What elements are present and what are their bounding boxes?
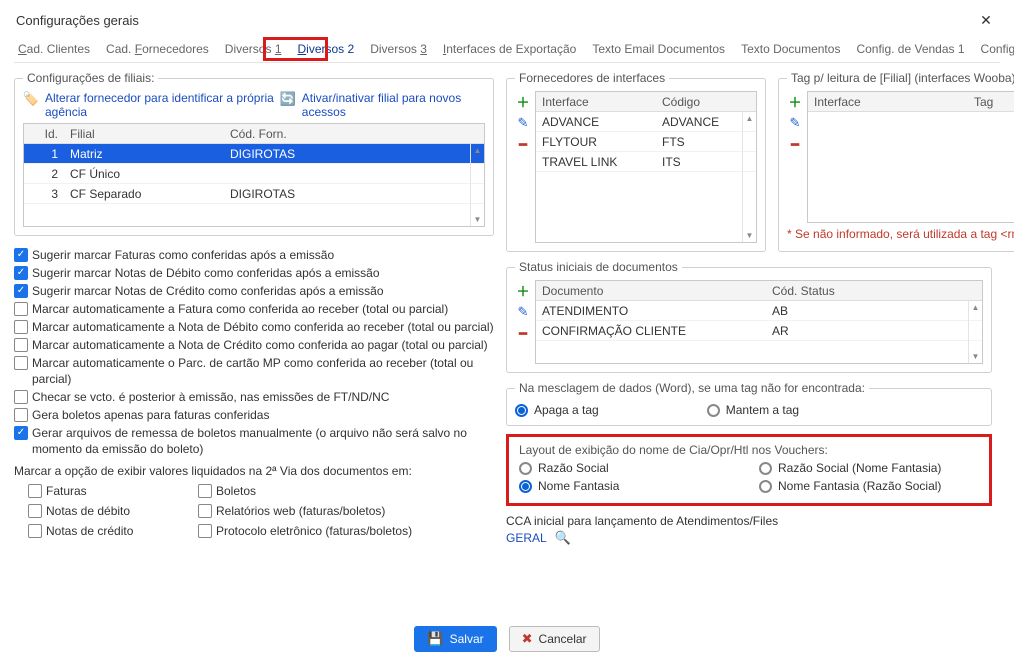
checkbox[interactable] [14, 356, 28, 370]
tab-diversos-1[interactable]: Diversos 1 [221, 38, 286, 60]
tab-cad-fornecedores[interactable]: Cad. Fornecedores [102, 38, 213, 60]
tab-config-vendas-2[interactable]: Config. de Vendas 2 [977, 38, 1014, 60]
tagfilial-legend: Tag p/ leitura de [Filial] (interfaces W… [787, 71, 1014, 85]
edit-icon[interactable]: ✎ [515, 115, 531, 131]
checkbox[interactable] [14, 426, 28, 440]
table-row[interactable]: 2 CF Único [24, 164, 484, 184]
remove-icon[interactable]: ━ [515, 137, 531, 153]
window-title: Configurações gerais [16, 13, 139, 28]
radio-razao-social[interactable]: Razão Social [519, 461, 739, 475]
checkbox[interactable] [14, 302, 28, 316]
tab-texto-documentos[interactable]: Texto Documentos [737, 38, 844, 60]
table-row[interactable]: 1 Matriz DIGIROTAS [24, 144, 484, 164]
checkbox[interactable] [14, 390, 28, 404]
radio-icon [707, 404, 720, 417]
voucher-title: Layout de exibição do nome de Cia/Opr/Ht… [519, 443, 979, 457]
checkbox[interactable] [14, 266, 28, 280]
tab-interfaces-exportacao[interactable]: Interfaces de Exportação [439, 38, 580, 60]
tab-diversos-3[interactable]: Diversos 3 [366, 38, 431, 60]
tabs: Cad. Clientes Cad. Fornecedores Diversos… [14, 38, 1000, 63]
checkbox[interactable] [198, 524, 212, 538]
col-filial: Filial [64, 127, 224, 141]
radio-icon [519, 480, 532, 493]
tab-texto-email[interactable]: Texto Email Documentos [588, 38, 729, 60]
radio-mantem-tag[interactable]: Mantem a tag [707, 403, 799, 417]
scrollbar[interactable]: ▲▼ [968, 301, 982, 363]
save-button[interactable]: 💾 Salvar [414, 626, 496, 652]
interfaces-group: Fornecedores de interfaces ＋ ✎ ━ Interfa… [506, 71, 766, 252]
interfaces-legend: Fornecedores de interfaces [515, 71, 669, 85]
radio-nf-razao[interactable]: Nome Fantasia (Razão Social) [759, 479, 979, 493]
voucher-layout-group: Layout de exibição do nome de Cia/Opr/Ht… [506, 434, 992, 506]
tagfilial-grid[interactable]: Interface Tag ▲▼ [807, 91, 1014, 223]
add-icon[interactable]: ＋ [515, 93, 531, 109]
tab-cad-clientes[interactable]: Cad. Clientes [14, 38, 94, 60]
checkbox[interactable] [14, 408, 28, 422]
search-add-icon[interactable]: 🔍 [555, 530, 571, 546]
radio-icon [515, 404, 528, 417]
action-alterar-fornecedor[interactable]: Alterar fornecedor para identificar a pr… [45, 91, 274, 119]
filiais-group: Configurações de filiais: 🏷️ Alterar for… [14, 71, 494, 236]
checkbox-list: Sugerir marcar Faturas como conferidas a… [14, 246, 494, 458]
filiais-grid[interactable]: Id. Filial Cód. Forn. 1 Matriz DIGIROTAS… [23, 123, 485, 227]
tagfilial-warning: * Se não informado, será utilizada a tag… [787, 227, 1014, 241]
checkbox[interactable] [28, 504, 42, 518]
table-row[interactable]: CONFIRMAÇÃO CLIENTEAR [536, 321, 982, 341]
edit-icon[interactable]: ✎ [515, 304, 531, 320]
radio-apaga-tag[interactable]: Apaga a tag [515, 403, 599, 417]
edit-icon[interactable]: ✎ [787, 115, 803, 131]
col-codforn: Cód. Forn. [224, 127, 324, 141]
radio-nome-fantasia[interactable]: Nome Fantasia [519, 479, 739, 493]
status-grid[interactable]: Documento Cód. Status ATENDIMENTOAB CONF… [535, 280, 983, 364]
mesclagem-legend: Na mesclagem de dados (Word), se uma tag… [515, 381, 869, 395]
filiais-legend: Configurações de filiais: [23, 71, 158, 85]
remove-icon[interactable]: ━ [787, 137, 803, 153]
table-row[interactable]: ATENDIMENTOAB [536, 301, 982, 321]
cca-value[interactable]: GERAL [506, 531, 547, 545]
tab-diversos-2[interactable]: Diversos 2 [294, 38, 359, 60]
cca-block: CCA inicial para lançamento de Atendimen… [506, 514, 992, 546]
supplier-icon: 🏷️ [23, 91, 39, 107]
tagfilial-group: Tag p/ leitura de [Filial] (interfaces W… [778, 71, 1014, 252]
add-icon[interactable]: ＋ [787, 93, 803, 109]
mesclagem-group: Na mesclagem de dados (Word), se uma tag… [506, 381, 992, 426]
checkbox[interactable] [14, 320, 28, 334]
checkbox[interactable] [14, 338, 28, 352]
save-icon: 💾 [427, 631, 443, 647]
radio-razao-nf[interactable]: Razão Social (Nome Fantasia) [759, 461, 979, 475]
close-button[interactable]: ✕ [974, 8, 998, 32]
checkbox[interactable] [198, 484, 212, 498]
cancel-button[interactable]: ✖ Cancelar [509, 626, 600, 652]
action-ativar-filial[interactable]: Ativar/inativar filial para novos acesso… [302, 91, 485, 119]
toggle-branch-icon: 🔄 [280, 91, 296, 107]
tab-config-vendas-1[interactable]: Config. de Vendas 1 [852, 38, 968, 60]
status-group: Status iniciais de documentos ＋ ✎ ━ Docu… [506, 260, 992, 373]
table-row[interactable]: TRAVEL LINKITS [536, 152, 756, 172]
checkbox[interactable] [198, 504, 212, 518]
checkbox[interactable] [14, 284, 28, 298]
col-id: Id. [24, 127, 64, 141]
radio-icon [759, 462, 772, 475]
checkbox[interactable] [28, 484, 42, 498]
checkbox[interactable] [28, 524, 42, 538]
marcar-title: Marcar a opção de exibir valores liquida… [14, 464, 494, 478]
remove-icon[interactable]: ━ [515, 326, 531, 342]
checkbox[interactable] [14, 248, 28, 262]
add-icon[interactable]: ＋ [515, 282, 531, 298]
radio-icon [519, 462, 532, 475]
radio-icon [759, 480, 772, 493]
scrollbar[interactable]: ▲▼ [742, 112, 756, 242]
scrollbar[interactable]: ▲▼ [470, 144, 484, 226]
status-legend: Status iniciais de documentos [515, 260, 682, 274]
table-row[interactable]: ADVANCEADVANCE [536, 112, 756, 132]
cancel-icon: ✖ [522, 631, 533, 647]
table-row[interactable]: FLYTOURFTS [536, 132, 756, 152]
interfaces-grid[interactable]: Interface Código ADVANCEADVANCE FLYTOURF… [535, 91, 757, 243]
cca-title: CCA inicial para lançamento de Atendimen… [506, 514, 992, 528]
table-row[interactable]: 3 CF Separado DIGIROTAS [24, 184, 484, 204]
